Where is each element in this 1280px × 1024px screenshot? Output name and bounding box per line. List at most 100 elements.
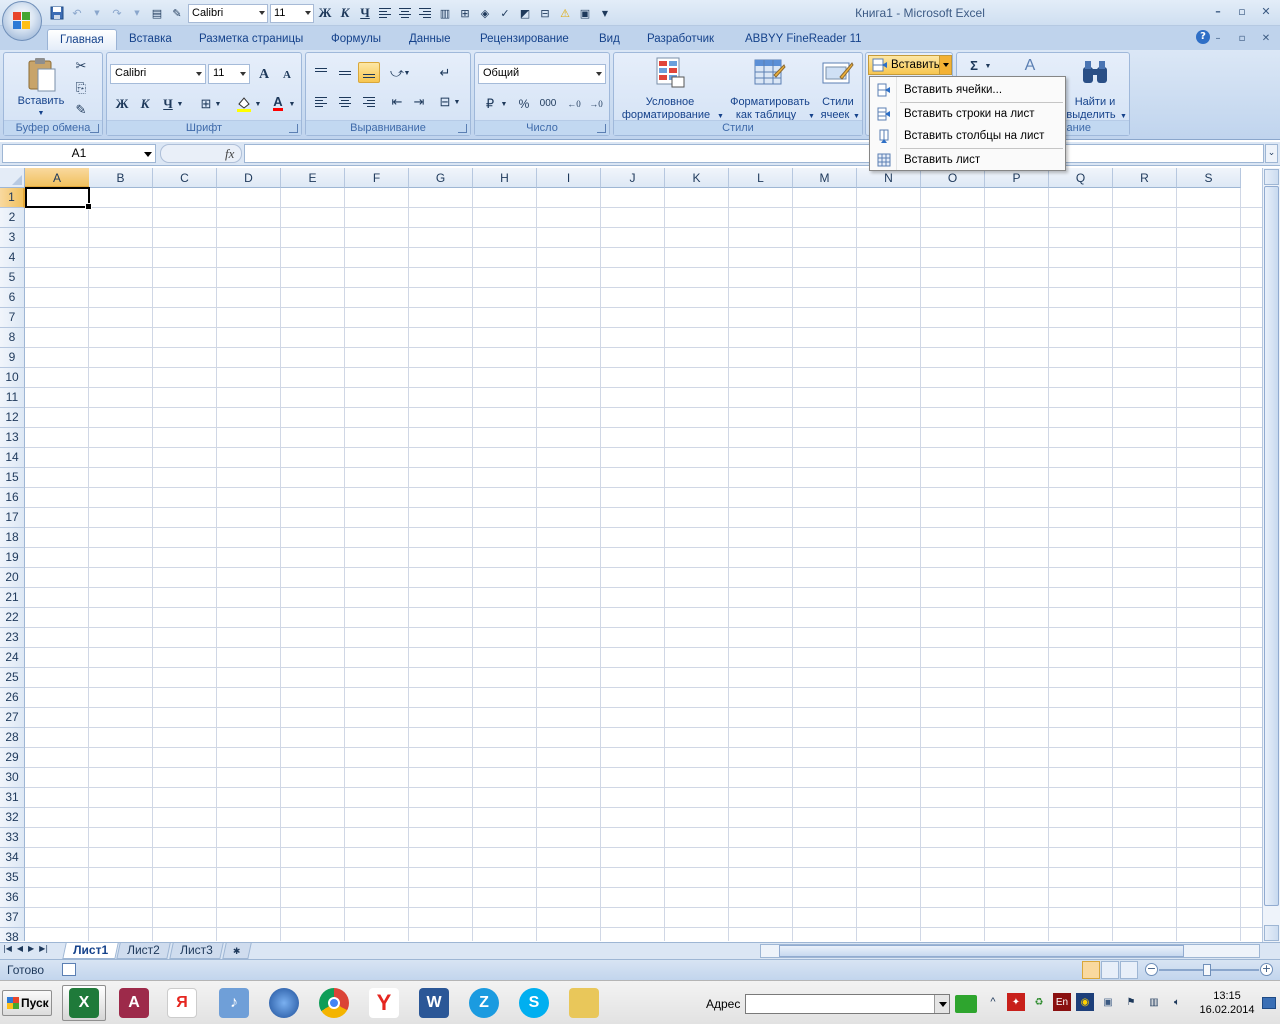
row-header[interactable]: 10 bbox=[0, 368, 25, 388]
last-sheet-icon[interactable]: ▶| bbox=[39, 944, 48, 953]
address-dropdown-icon[interactable] bbox=[934, 995, 949, 1013]
first-sheet-icon[interactable]: |◀ bbox=[3, 944, 12, 953]
taskbar-access[interactable]: A bbox=[112, 985, 156, 1021]
font-color-icon[interactable]: A bbox=[267, 93, 289, 114]
taskbar-yandex[interactable]: Я bbox=[160, 985, 204, 1021]
row-header[interactable]: 4 bbox=[0, 248, 25, 268]
zoom-knob[interactable] bbox=[1203, 964, 1211, 976]
taskbar-sound[interactable]: ♪ bbox=[212, 985, 256, 1021]
column-header[interactable]: G bbox=[409, 168, 473, 188]
column-header[interactable]: L bbox=[729, 168, 793, 188]
column-header[interactable]: N bbox=[857, 168, 921, 188]
taskbar-chrome[interactable] bbox=[312, 985, 356, 1021]
row-header[interactable]: 5 bbox=[0, 268, 25, 288]
merge-dropdown-icon[interactable]: ▼ bbox=[452, 91, 462, 112]
paste-button[interactable]: Вставить ▼ bbox=[10, 55, 72, 119]
decrease-indent-icon[interactable]: ⇤ bbox=[386, 91, 408, 112]
taskbar-skype[interactable]: S bbox=[512, 985, 556, 1021]
row-header[interactable]: 32 bbox=[0, 808, 25, 828]
conditional-formatting-button[interactable]: Условное форматирование ▼ bbox=[616, 55, 724, 121]
sheet-tab-3[interactable]: Лист3 bbox=[169, 943, 224, 959]
column-header[interactable]: I bbox=[537, 168, 601, 188]
column-header[interactable]: M bbox=[793, 168, 857, 188]
row-header[interactable]: 38 bbox=[0, 928, 25, 941]
minimize-icon[interactable]: – bbox=[1210, 3, 1226, 19]
column-header[interactable]: O bbox=[921, 168, 985, 188]
insert-cells-dropdown-icon[interactable] bbox=[939, 56, 951, 74]
font-launcher-icon[interactable] bbox=[289, 124, 298, 133]
cell-styles-button[interactable]: Стили ячеек ▼ bbox=[816, 55, 860, 121]
orientation-dropdown-icon[interactable]: ▼ bbox=[402, 62, 412, 83]
select-all-button[interactable] bbox=[0, 168, 25, 188]
shrink-font-button[interactable]: A bbox=[276, 64, 298, 85]
column-header[interactable]: P bbox=[985, 168, 1049, 188]
prev-sheet-icon[interactable]: ◀ bbox=[17, 944, 23, 953]
zoom-out-icon[interactable]: − bbox=[1145, 963, 1158, 976]
clock[interactable]: 13:15 16.02.2014 bbox=[1196, 989, 1258, 1017]
column-header[interactable]: Q bbox=[1049, 168, 1113, 188]
autosum-button[interactable]: Σ bbox=[963, 55, 985, 76]
fill-color-icon[interactable] bbox=[233, 93, 255, 114]
format-painter-icon[interactable]: ✎ bbox=[70, 99, 92, 120]
column-header[interactable]: B bbox=[89, 168, 153, 188]
cell-grid[interactable] bbox=[25, 188, 1262, 941]
address-go-button[interactable] bbox=[955, 995, 977, 1013]
copy-icon[interactable]: ⎘ bbox=[70, 77, 92, 98]
align-center-icon[interactable] bbox=[334, 91, 356, 112]
row-header[interactable]: 26 bbox=[0, 688, 25, 708]
number-format-select[interactable]: Общий bbox=[478, 64, 606, 84]
tab-home[interactable]: Главная bbox=[47, 29, 117, 50]
menu-insert-columns[interactable]: Вставить столбцы на лист bbox=[872, 125, 1063, 147]
format-as-table-button[interactable]: Форматировать как таблицу ▼ bbox=[724, 55, 816, 121]
taskbar-zona[interactable]: Z bbox=[462, 985, 506, 1021]
font-name-select[interactable]: Calibri bbox=[110, 64, 206, 84]
row-header[interactable]: 35 bbox=[0, 868, 25, 888]
row-header[interactable]: 31 bbox=[0, 788, 25, 808]
insert-cells-button[interactable]: Вставить bbox=[868, 55, 952, 75]
tab-insert[interactable]: Вставка bbox=[117, 29, 184, 50]
row-header[interactable]: 25 bbox=[0, 668, 25, 688]
thousands-button[interactable]: 000 bbox=[535, 93, 561, 114]
increase-indent-icon[interactable]: ⇥ bbox=[408, 91, 430, 112]
increase-decimal-icon[interactable]: ←0 bbox=[563, 93, 585, 114]
help-icon[interactable]: ? bbox=[1196, 30, 1210, 44]
tab-developer[interactable]: Разработчик bbox=[635, 29, 726, 50]
start-button[interactable]: Пуск bbox=[2, 990, 52, 1016]
zoom-in-icon[interactable]: + bbox=[1260, 963, 1273, 976]
close-icon[interactable]: ✕ bbox=[1258, 3, 1274, 19]
row-header[interactable]: 19 bbox=[0, 548, 25, 568]
row-header[interactable]: 17 bbox=[0, 508, 25, 528]
show-desktop-icon[interactable] bbox=[1262, 997, 1276, 1009]
formula-expand-icon[interactable]: ⌄ bbox=[1265, 144, 1278, 163]
decrease-decimal-icon[interactable]: →0 bbox=[585, 93, 607, 114]
column-header[interactable]: K bbox=[665, 168, 729, 188]
grow-font-button[interactable]: A bbox=[253, 64, 275, 85]
column-header[interactable]: F bbox=[345, 168, 409, 188]
autosum-dropdown-icon[interactable]: ▼ bbox=[983, 55, 993, 76]
taskbar-media[interactable] bbox=[262, 985, 306, 1021]
tray-devices-icon[interactable]: ▥ bbox=[1145, 993, 1163, 1011]
row-header[interactable]: 13 bbox=[0, 428, 25, 448]
page-layout-view-icon[interactable] bbox=[1101, 961, 1119, 979]
taskbar-word[interactable]: W bbox=[412, 985, 456, 1021]
fill-color-dropdown-icon[interactable]: ▼ bbox=[253, 93, 263, 114]
macro-record-icon[interactable] bbox=[62, 963, 76, 976]
row-header[interactable]: 20 bbox=[0, 568, 25, 588]
align-top-icon[interactable] bbox=[310, 62, 332, 83]
tab-formulas[interactable]: Формулы bbox=[319, 29, 393, 50]
row-header[interactable]: 28 bbox=[0, 728, 25, 748]
vertical-scroll-thumb[interactable] bbox=[1264, 186, 1279, 906]
row-header[interactable]: 11 bbox=[0, 388, 25, 408]
find-select-button[interactable]: Найти и выделить ▼ bbox=[1063, 55, 1127, 121]
row-header[interactable]: 7 bbox=[0, 308, 25, 328]
zoom-slider[interactable]: − + bbox=[1145, 963, 1273, 977]
workbook-restore-icon[interactable]: ▫ bbox=[1234, 30, 1250, 46]
row-header[interactable]: 2 bbox=[0, 208, 25, 228]
column-header[interactable]: D bbox=[217, 168, 281, 188]
row-header[interactable]: 30 bbox=[0, 768, 25, 788]
tray-network-icon[interactable]: ▣ bbox=[1099, 993, 1117, 1011]
taskbar-excel[interactable]: X bbox=[62, 985, 106, 1021]
maximize-icon[interactable]: ▫ bbox=[1234, 3, 1250, 19]
horizontal-scrollbar[interactable] bbox=[760, 944, 1260, 958]
row-header[interactable]: 16 bbox=[0, 488, 25, 508]
